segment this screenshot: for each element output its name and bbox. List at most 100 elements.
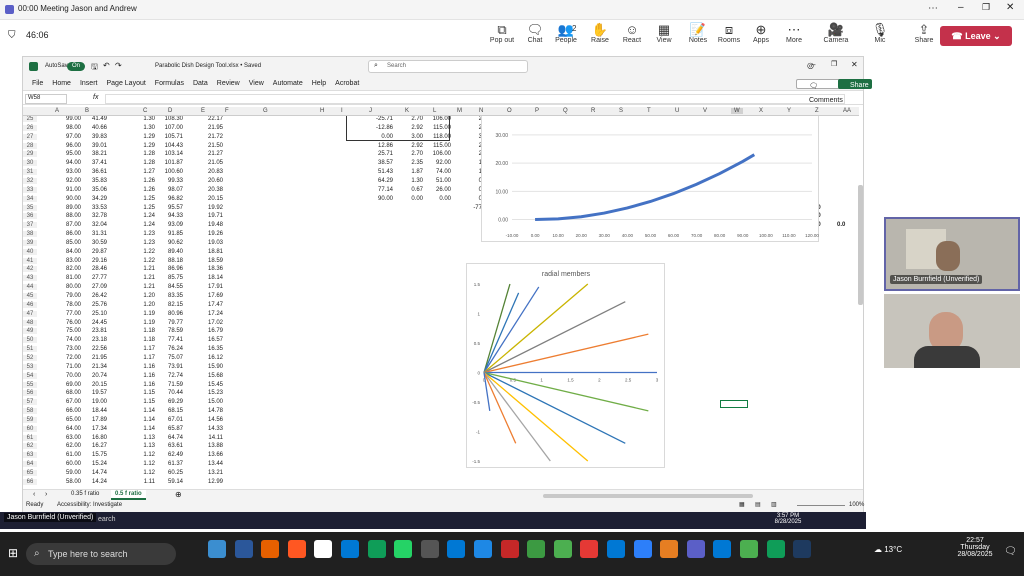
toolbar-grid-button[interactable]: ▦ View — [646, 22, 682, 44]
cell[interactable]: 29.87 — [79, 249, 107, 255]
vertical-scrollbar[interactable] — [858, 185, 863, 305]
cell[interactable]: 13.88 — [195, 443, 223, 449]
page-layout-icon[interactable]: ▤ — [755, 501, 761, 508]
cell[interactable]: 1.25 — [127, 196, 155, 202]
taskbar-app-icon[interactable] — [633, 540, 652, 558]
cell[interactable]: 20.83 — [195, 169, 223, 175]
cell[interactable]: 16.79 — [195, 328, 223, 334]
cell[interactable]: 61.00 — [53, 452, 81, 458]
cell[interactable]: 1.23 — [127, 240, 155, 246]
toolbar-smile-button[interactable]: ☺ React — [614, 22, 650, 44]
cell[interactable]: 72.74 — [155, 373, 183, 379]
cell[interactable]: 26.00 — [423, 187, 451, 193]
column-header[interactable]: H — [320, 108, 324, 114]
row-header[interactable]: 35 — [23, 204, 37, 211]
cell[interactable]: 84.55 — [155, 284, 183, 290]
cell[interactable]: 21.50 — [195, 143, 223, 149]
cell[interactable]: 67.00 — [53, 399, 81, 405]
cell[interactable]: 16.57 — [195, 337, 223, 343]
cell[interactable]: 115.00 — [423, 143, 451, 149]
cell[interactable]: 1.21 — [127, 275, 155, 281]
taskbar-app-icon[interactable] — [287, 540, 306, 558]
column-header[interactable]: K — [405, 108, 409, 114]
column-header[interactable]: V — [703, 108, 707, 114]
share-button[interactable]: Share — [838, 79, 872, 89]
cell[interactable]: 91.00 — [53, 187, 81, 193]
cell[interactable]: 86.96 — [155, 266, 183, 272]
cell[interactable]: 15.23 — [195, 390, 223, 396]
cell[interactable]: 21.27 — [195, 151, 223, 157]
cell[interactable]: 89.00 — [53, 205, 81, 211]
cell[interactable]: 0.67 — [395, 187, 423, 193]
cell[interactable]: 105.71 — [155, 134, 183, 140]
cell[interactable]: 25.71 — [365, 151, 393, 157]
cell[interactable]: 1.20 — [127, 302, 155, 308]
cell[interactable]: 94.00 — [53, 160, 81, 166]
row-header[interactable]: 55 — [23, 381, 37, 388]
cell[interactable]: 1.18 — [127, 337, 155, 343]
column-header[interactable]: F — [225, 108, 229, 114]
restore-icon[interactable]: ❐ — [831, 60, 837, 68]
cell[interactable]: 74.00 — [53, 337, 81, 343]
cell[interactable]: 60.00 — [53, 461, 81, 467]
menu-review[interactable]: Review — [217, 77, 240, 91]
cell[interactable]: 21.95 — [79, 355, 107, 361]
cell[interactable]: 83.35 — [155, 293, 183, 299]
cell[interactable]: 12.86 — [365, 143, 393, 149]
taskbar-app-icon[interactable] — [713, 540, 732, 558]
taskbar-app-icon[interactable] — [660, 540, 679, 558]
cell[interactable]: 1.18 — [127, 328, 155, 334]
taskbar-app-icon[interactable] — [341, 540, 359, 558]
column-header[interactable]: R — [591, 108, 595, 114]
cell[interactable]: 13.21 — [195, 470, 223, 476]
taskbar-app-icon[interactable] — [208, 540, 226, 558]
taskbar-app-icon[interactable] — [607, 540, 625, 558]
cell[interactable]: 33.53 — [79, 205, 107, 211]
row-header[interactable]: 31 — [23, 169, 37, 176]
taskbar-app-icon[interactable] — [474, 540, 492, 558]
cell[interactable]: 17.47 — [195, 302, 223, 308]
cell[interactable]: 31.31 — [79, 231, 107, 237]
cell[interactable]: 92.00 — [423, 160, 451, 166]
cell[interactable]: 25.76 — [79, 302, 107, 308]
cell[interactable]: 20.74 — [79, 373, 107, 379]
menu-automate[interactable]: Automate — [273, 77, 303, 91]
row-header[interactable]: 58 — [23, 408, 37, 415]
cell[interactable]: 38.21 — [79, 151, 107, 157]
prev-sheet-icon[interactable]: ‹ — [33, 491, 35, 498]
cell[interactable]: 17.02 — [195, 320, 223, 326]
cell[interactable]: 1.14 — [127, 408, 155, 414]
cell[interactable]: 69.00 — [53, 382, 81, 388]
column-header[interactable]: Y — [787, 108, 791, 114]
cell[interactable]: 15.45 — [195, 382, 223, 388]
cell[interactable]: 24.45 — [79, 320, 107, 326]
cell[interactable]: 77.14 — [365, 187, 393, 193]
cell[interactable]: 0.0 — [837, 222, 845, 228]
cell[interactable]: 27.77 — [79, 275, 107, 281]
cell[interactable]: 40.66 — [79, 125, 107, 131]
cell[interactable]: 14.56 — [195, 417, 223, 423]
cell[interactable]: 18.59 — [195, 258, 223, 264]
cell[interactable]: 20.60 — [195, 178, 223, 184]
cell[interactable]: 14.74 — [79, 470, 107, 476]
cell[interactable]: 17.34 — [79, 426, 107, 432]
cell[interactable]: 22.17 — [195, 116, 223, 122]
cell[interactable]: 118.00 — [423, 134, 451, 140]
row-header[interactable]: 60 — [23, 425, 37, 432]
cell[interactable]: 106.00 — [423, 116, 451, 122]
cell[interactable]: 76.24 — [155, 346, 183, 352]
menu-file[interactable]: File — [32, 77, 43, 91]
cell[interactable]: 62.00 — [53, 443, 81, 449]
cell[interactable]: 20.38 — [195, 187, 223, 193]
cell[interactable]: 87.00 — [53, 222, 81, 228]
cell[interactable]: 95.00 — [53, 151, 81, 157]
row-header[interactable]: 49 — [23, 328, 37, 335]
cell[interactable]: 20.15 — [195, 196, 223, 202]
cell[interactable]: 1.12 — [127, 461, 155, 467]
cell[interactable]: 1.28 — [127, 160, 155, 166]
cell[interactable]: 15.68 — [195, 373, 223, 379]
cell[interactable]: 22.56 — [79, 346, 107, 352]
cell[interactable]: 96.00 — [53, 143, 81, 149]
taskbar-app-icon[interactable] — [793, 540, 812, 558]
autosave-toggle[interactable]: On — [67, 62, 85, 71]
